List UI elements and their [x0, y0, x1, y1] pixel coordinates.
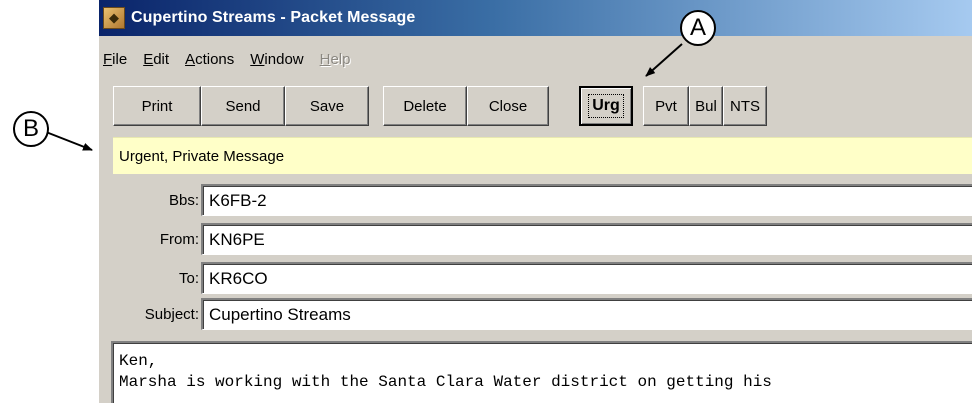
to-row: To: KR6CO: [99, 262, 972, 294]
save-button[interactable]: Save: [285, 86, 369, 126]
print-button[interactable]: Print: [113, 86, 201, 126]
close-button[interactable]: Close: [467, 86, 549, 126]
bbs-field[interactable]: K6FB-2: [201, 184, 972, 216]
from-label: From:: [159, 230, 199, 248]
message-body-line: Marsha is working with the Santa Clara W…: [119, 373, 772, 391]
to-field[interactable]: KR6CO: [201, 262, 972, 294]
window-title: Cupertino Streams - Packet Message: [131, 9, 416, 26]
menu-edit[interactable]: Edit: [135, 51, 177, 68]
send-button[interactable]: Send: [201, 86, 285, 126]
message-body-line: Ken,: [119, 352, 158, 370]
menu-file[interactable]: File: [99, 51, 135, 68]
bbs-label: Bbs:: [168, 191, 199, 209]
subject-row: Subject: Cupertino Streams: [99, 298, 972, 330]
private-toggle-button[interactable]: Pvt: [643, 86, 689, 126]
message-status-bar: Urgent, Private Message: [113, 137, 972, 174]
callout-b-arrow: [45, 131, 93, 151]
toolbar: Print Send Save Delete Close Urg Pvt Bul…: [113, 84, 767, 128]
callout-b: B: [13, 111, 49, 147]
from-row: From: KN6PE: [99, 223, 972, 255]
packet-message-window: ◆ Cupertino Streams - Packet Message Fil…: [98, 0, 972, 403]
message-status-text: Urgent, Private Message: [119, 147, 285, 165]
menu-actions[interactable]: Actions: [177, 51, 242, 68]
menu-window[interactable]: Window: [242, 51, 311, 68]
urgent-toggle-button[interactable]: Urg: [579, 86, 633, 126]
menu-help[interactable]: Help: [312, 51, 359, 68]
delete-button[interactable]: Delete: [383, 86, 467, 126]
menu-bar: File Edit Actions Window Help: [99, 45, 972, 73]
urgent-toggle-label: Urg: [588, 94, 624, 118]
subject-field[interactable]: Cupertino Streams: [201, 298, 972, 330]
message-body-textarea[interactable]: Ken, Marsha is working with the Santa Cla…: [111, 341, 972, 403]
app-icon[interactable]: ◆: [103, 7, 125, 29]
subject-label: Subject:: [144, 305, 199, 323]
callout-a: A: [680, 10, 716, 46]
bulletin-toggle-button[interactable]: Bul: [689, 86, 723, 126]
bbs-row: Bbs: K6FB-2: [99, 184, 972, 216]
nts-button[interactable]: NTS: [723, 86, 767, 126]
title-bar[interactable]: ◆ Cupertino Streams - Packet Message: [99, 0, 972, 36]
to-label: To:: [178, 269, 199, 287]
from-field[interactable]: KN6PE: [201, 223, 972, 255]
